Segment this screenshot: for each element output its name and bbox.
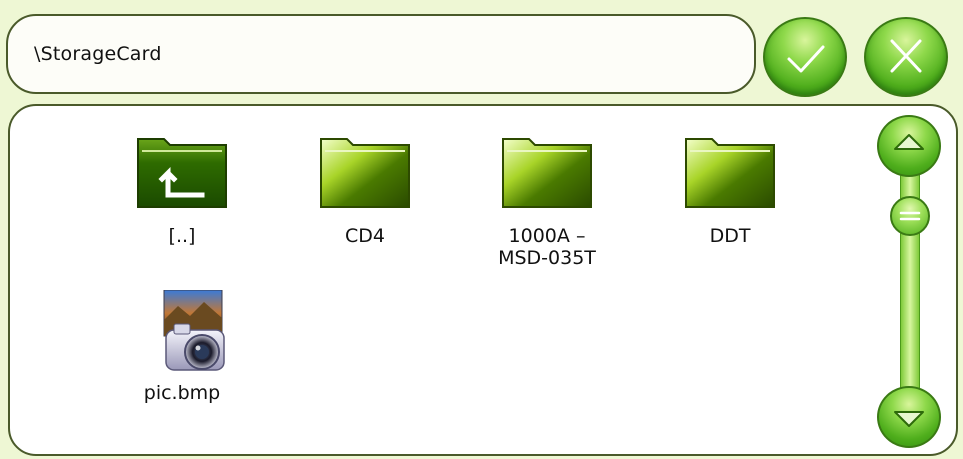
file-item-parent[interactable]: [..] xyxy=(102,133,262,247)
file-label: pic.bmp xyxy=(143,382,221,404)
file-item-ddt[interactable]: DDT xyxy=(650,133,810,247)
file-item-1000a-msd-035t[interactable]: 1000A – MSD-035T xyxy=(467,133,627,269)
scroll-down-button[interactable] xyxy=(877,386,941,448)
file-label: 1000A – MSD-035T xyxy=(498,225,596,269)
file-label: DDT xyxy=(709,225,751,247)
checkmark-icon xyxy=(787,45,825,73)
scroll-thumb[interactable] xyxy=(890,196,930,236)
folder-icon xyxy=(685,138,775,208)
scroll-up-button[interactable] xyxy=(877,115,941,177)
close-icon xyxy=(890,39,922,73)
path-field[interactable]: \StorageCard xyxy=(6,14,756,94)
file-item-cd4[interactable]: CD4 xyxy=(285,133,445,247)
camera-image-icon xyxy=(163,289,225,371)
folder-icon xyxy=(502,138,592,208)
scrollbar-track[interactable] xyxy=(900,140,920,410)
file-label: CD4 xyxy=(345,225,385,247)
folder-icon xyxy=(320,138,410,208)
ok-button[interactable] xyxy=(763,17,847,97)
path-text: \StorageCard xyxy=(34,43,162,65)
arrow-down-icon xyxy=(894,411,924,427)
file-label: [..] xyxy=(168,225,196,247)
folder-up-icon xyxy=(137,138,227,208)
cancel-button[interactable] xyxy=(864,17,948,97)
file-item-pic-bmp[interactable]: pic.bmp xyxy=(102,289,262,404)
arrow-up-icon xyxy=(894,134,924,150)
scroll-thumb-icon xyxy=(899,211,921,221)
